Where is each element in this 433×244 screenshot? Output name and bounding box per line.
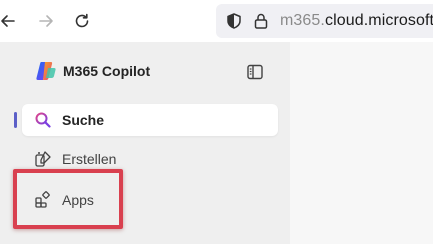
reload-button[interactable] <box>70 9 94 33</box>
app-area: M365 Copilot Suche Erstellen Apps <box>0 42 433 244</box>
lock-icon[interactable] <box>252 12 270 30</box>
sidebar-item-label: Suche <box>62 112 105 128</box>
sidebar: M365 Copilot Suche Erstellen Apps <box>0 42 290 244</box>
browser-toolbar: m365.cloud.microsoft/ <box>0 0 433 42</box>
arrow-right-icon <box>39 15 53 27</box>
arrow-left-icon <box>1 15 15 27</box>
url-domain-main: cloud.microsoft/ <box>324 12 433 29</box>
app-title: M365 Copilot <box>63 63 151 79</box>
search-icon <box>34 111 52 129</box>
annotation-highlight-box <box>13 169 123 229</box>
sidebar-toggle-icon[interactable] <box>245 62 265 82</box>
url-text[interactable]: m365.cloud.microsoft/ <box>280 12 433 30</box>
create-icon <box>34 150 52 168</box>
url-domain-prefix: m365. <box>280 12 325 29</box>
active-indicator <box>14 112 17 128</box>
address-bar[interactable]: m365.cloud.microsoft/ <box>216 4 433 38</box>
copilot-logo <box>36 62 56 80</box>
main-content <box>290 42 433 244</box>
forward-button[interactable] <box>34 9 58 33</box>
back-button[interactable] <box>0 9 20 33</box>
shield-icon[interactable] <box>225 12 243 30</box>
sidebar-item-search[interactable]: Suche <box>22 104 278 136</box>
reload-icon <box>75 13 89 28</box>
sidebar-item-label: Erstellen <box>62 151 117 167</box>
